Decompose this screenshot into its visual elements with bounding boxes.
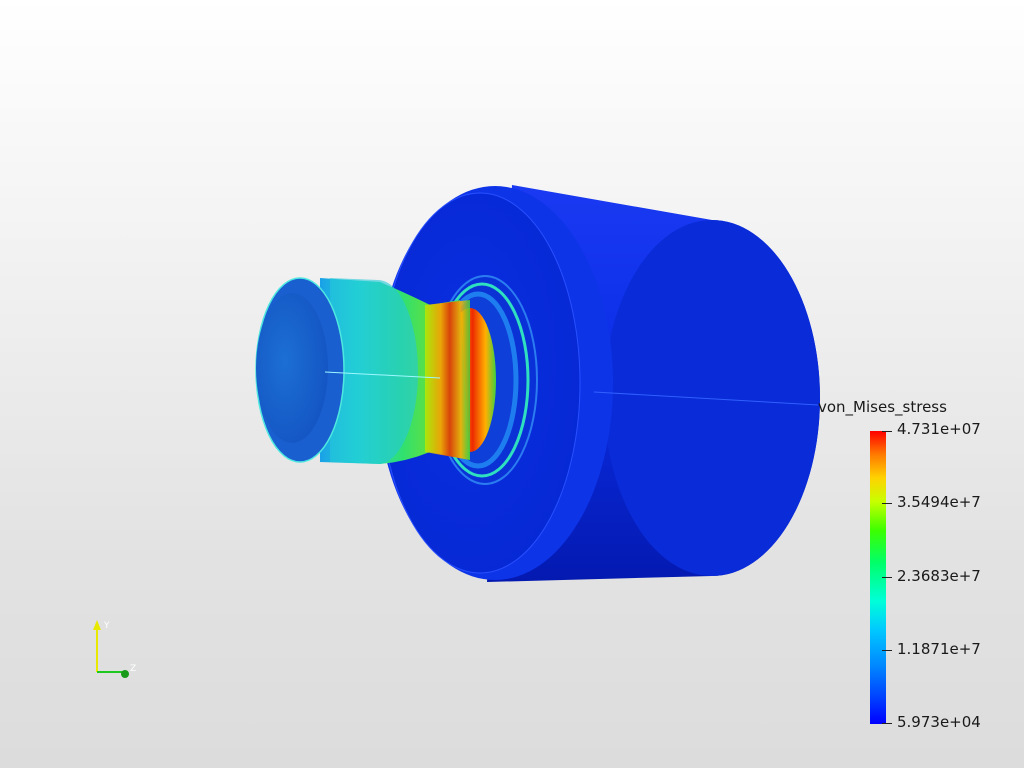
scalar-tick (882, 723, 892, 724)
scalar-tick (882, 431, 892, 432)
y-axis-label: Y (103, 621, 110, 631)
scalar-label-min: 5.973e+04 (897, 713, 981, 731)
scalar-label-3: 3.5494e+7 (897, 493, 981, 511)
orientation-axes: Y Z (93, 620, 136, 678)
x-axis-dot (121, 670, 129, 678)
z-axis-label: Z (130, 664, 136, 674)
scalar-label-max: 4.731e+07 (897, 420, 981, 438)
scalar-bar-title: von_Mises_stress (818, 398, 947, 416)
scalar-label-1: 1.1871e+7 (897, 640, 981, 658)
scalar-label-2: 2.3683e+7 (897, 567, 981, 585)
scalar-tick (882, 577, 892, 578)
y-axis-arrow (93, 620, 101, 630)
scalar-tick (882, 503, 892, 504)
scalar-tick (882, 650, 892, 651)
